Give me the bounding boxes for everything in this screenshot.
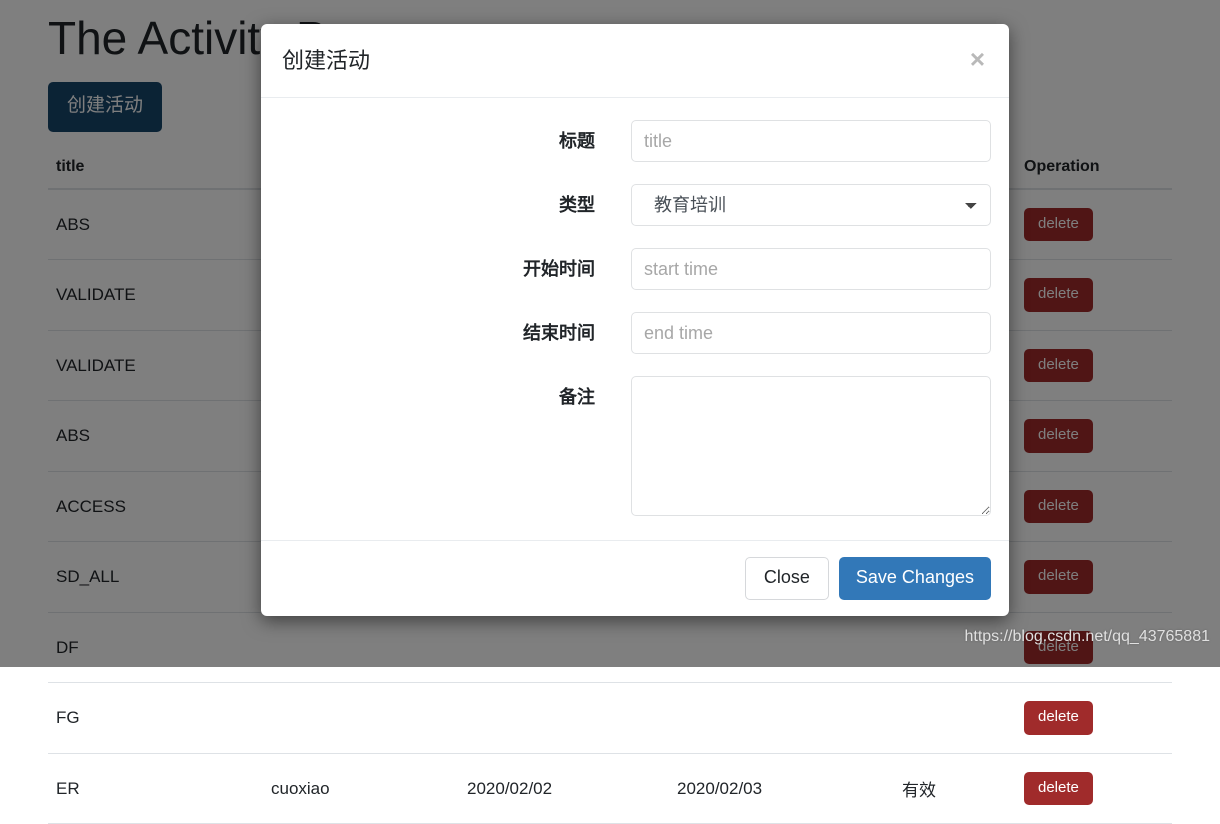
- close-icon[interactable]: ×: [964, 42, 991, 76]
- table-row: FG delete: [48, 683, 1172, 754]
- label-start-time: 开始时间: [279, 248, 631, 281]
- cell-operation: delete: [1016, 753, 1172, 824]
- form-row-end-time: 结束时间: [279, 312, 991, 354]
- title-input[interactable]: [631, 120, 991, 162]
- label-type: 类型: [279, 184, 631, 217]
- table-row: ERcuoxiao2020/02/022020/02/03有效delete: [48, 753, 1172, 824]
- remark-textarea[interactable]: [631, 376, 991, 516]
- save-changes-button[interactable]: Save Changes: [839, 557, 991, 600]
- cell-title: FG: [48, 683, 263, 754]
- modal-title: 创建活动: [282, 46, 987, 76]
- label-title: 标题: [279, 120, 631, 153]
- label-end-time: 结束时间: [279, 312, 631, 345]
- modal-footer: Close Save Changes: [261, 540, 1009, 616]
- close-button[interactable]: Close: [745, 557, 829, 600]
- form-row-title: 标题: [279, 120, 991, 162]
- modal-header: 创建活动 ×: [261, 24, 1009, 98]
- cell-status: [894, 683, 1016, 754]
- cell-end: 2020/02/03: [669, 753, 894, 824]
- form-row-remark: 备注: [279, 376, 991, 516]
- cell-status: 有效: [894, 753, 1016, 824]
- modal-body: 标题 类型 教育培训 开始时间 结束时间 备注: [261, 98, 1009, 540]
- cell-start: [459, 683, 669, 754]
- create-activity-modal: 创建活动 × 标题 类型 教育培训 开始时间 结束时间 备注 Close Sav…: [261, 24, 1009, 616]
- cell-start: 2020/02/02: [459, 753, 669, 824]
- cell-type: cuoxiao: [263, 753, 459, 824]
- end-time-input[interactable]: [631, 312, 991, 354]
- form-row-start-time: 开始时间: [279, 248, 991, 290]
- cell-end: [669, 683, 894, 754]
- form-row-type: 类型 教育培训: [279, 184, 991, 226]
- cell-title: ER: [48, 753, 263, 824]
- type-select[interactable]: 教育培训: [631, 184, 991, 226]
- cell-operation: delete: [1016, 683, 1172, 754]
- label-remark: 备注: [279, 376, 631, 409]
- start-time-input[interactable]: [631, 248, 991, 290]
- delete-button[interactable]: delete: [1024, 701, 1093, 735]
- delete-button[interactable]: delete: [1024, 772, 1093, 806]
- cell-type: [263, 683, 459, 754]
